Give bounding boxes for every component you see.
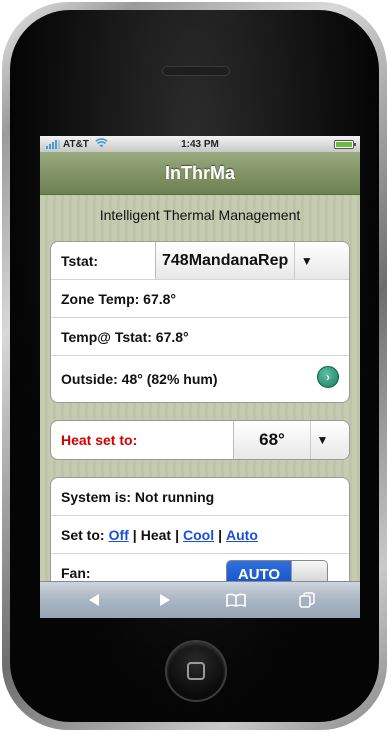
triangle-down-icon: ▼ <box>294 242 318 279</box>
tstat-select-value: 748MandanaRep <box>162 251 289 269</box>
mode-cool-link[interactable]: Cool <box>183 527 214 543</box>
outside-row[interactable]: Outside: 48° (82% hum) › <box>51 356 349 402</box>
mode-off-link[interactable]: Off <box>109 527 129 543</box>
tstat-temp-row: Temp@ Tstat: 67.8° <box>51 318 349 356</box>
system-status: System is: Not running <box>61 488 215 505</box>
heat-setpoint-row: Heat set to: 68° ▼ <box>51 421 349 459</box>
back-arrow-icon[interactable] <box>75 585 113 615</box>
temp-at-tstat: Temp@ Tstat: 67.8° <box>61 328 189 345</box>
toggle-knob <box>291 561 327 581</box>
mode-separator: | <box>132 526 137 543</box>
mode-separator: | <box>175 526 179 543</box>
zone-temp-row: Zone Temp: 67.8° <box>51 280 349 318</box>
heat-set-label: Heat set to: <box>61 432 138 448</box>
triangle-down-icon: ▼ <box>310 421 334 459</box>
app-title-bar: InThrMa <box>40 152 360 195</box>
mode-auto-link[interactable]: Auto <box>226 527 258 543</box>
set-to-label: Set to: <box>61 526 105 543</box>
fan-toggle-value: AUTO <box>227 561 291 581</box>
earpiece-speaker <box>162 66 230 76</box>
mode-row: Set to: Off | Heat | Cool | Auto <box>51 516 349 554</box>
fan-toggle[interactable]: AUTO <box>226 560 328 581</box>
tstat-label: Tstat: <box>61 252 99 269</box>
app-title: InThrMa <box>165 162 235 183</box>
thermostat-group: Tstat: 748MandanaRep ▼ Zone Temp: 67.8° … <box>50 241 350 403</box>
book-icon[interactable] <box>217 585 255 615</box>
zone-temp: Zone Temp: 67.8° <box>61 290 177 307</box>
mode-heat-current: Heat <box>140 526 172 543</box>
chevron-right-circle-icon[interactable]: › <box>317 366 339 388</box>
battery-icon <box>334 140 356 149</box>
screen: AT&T 1:43 PM InThrMa Intelligent Thermal… <box>40 136 360 618</box>
fan-label: Fan: <box>61 565 91 581</box>
app-subtitle: Intelligent Thermal Management <box>99 207 301 223</box>
system-group: System is: Not running Set to: Off | Hea… <box>50 477 350 581</box>
mode-separator: | <box>218 526 223 543</box>
outside-conditions: Outside: 48° (82% hum) <box>61 371 218 387</box>
home-button[interactable] <box>165 640 227 702</box>
tstat-row: Tstat: 748MandanaRep ▼ <box>51 242 349 280</box>
main-content: Intelligent Thermal Management Tstat: 74… <box>40 195 360 581</box>
fan-row: Fan: AUTO <box>51 554 349 581</box>
clock: 1:43 PM <box>181 138 219 150</box>
tstat-select[interactable]: 748MandanaRep ▼ <box>155 242 349 279</box>
forward-arrow-icon[interactable] <box>146 585 184 615</box>
pages-icon[interactable] <box>288 585 326 615</box>
setpoint-group: Heat set to: 68° ▼ <box>50 420 350 460</box>
home-square-icon <box>187 662 205 680</box>
heat-setpoint-select[interactable]: 68° ▼ <box>233 421 349 459</box>
status-bar: AT&T 1:43 PM <box>40 136 360 152</box>
safari-toolbar <box>40 581 360 618</box>
heat-setpoint-value: 68° <box>259 430 285 449</box>
system-status-row: System is: Not running <box>51 478 349 516</box>
